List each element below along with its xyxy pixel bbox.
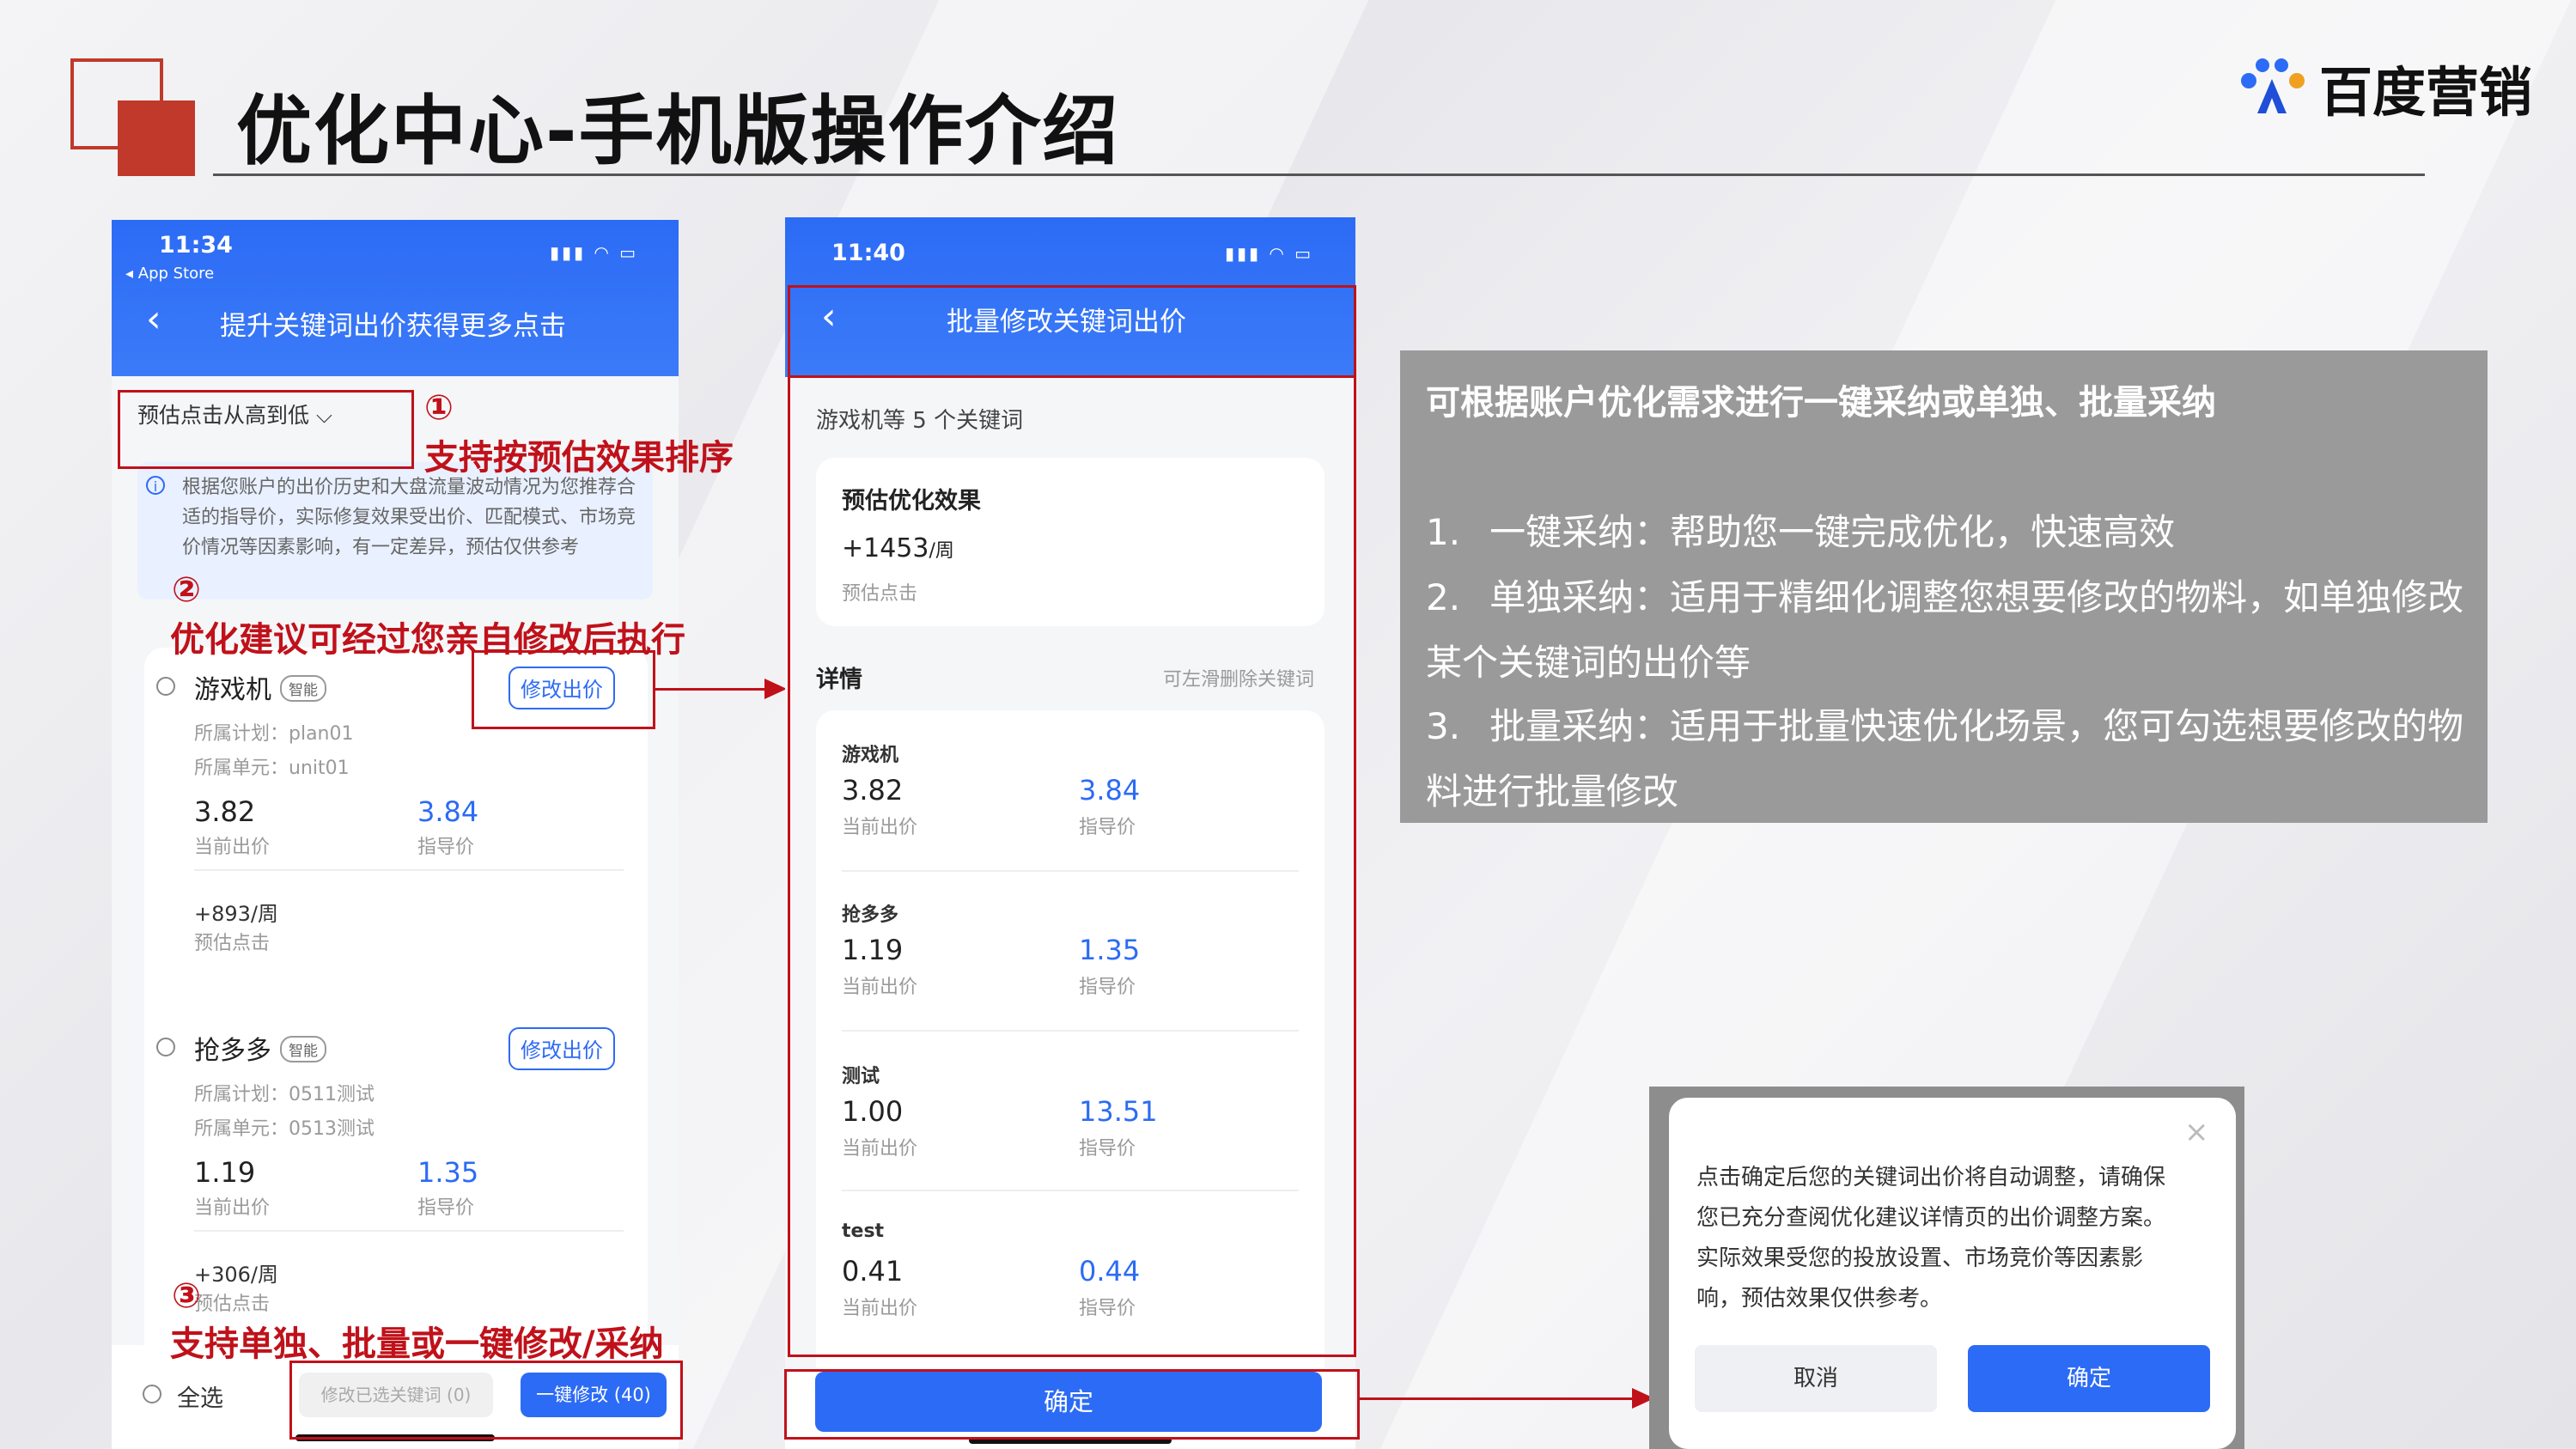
- guide-price: 3.84: [417, 795, 479, 828]
- status-app-back[interactable]: ◂ App Store: [125, 265, 214, 283]
- title-underline: [213, 174, 2425, 176]
- annotation-3-text: 支持单独、批量或一键修改/采纳: [170, 1324, 664, 1364]
- smart-tag: 智能: [280, 1036, 326, 1062]
- back-icon[interactable]: ‹: [146, 297, 161, 341]
- info-item-2: 2. 单独采纳：适用于精细化调整您想要修改的物料，如单独修改: [1426, 569, 2463, 621]
- guide-price-label: 指导价: [417, 1197, 475, 1219]
- divider: [194, 869, 624, 871]
- info-item-number: 3.: [1426, 705, 1461, 747]
- confirm-dialog: × 点击确定后您的关键词出价将自动调整，请确保 您已充分查阅优化建议详情页的出价…: [1669, 1098, 2236, 1449]
- annotation-arrow-line: [655, 688, 767, 691]
- info-item-text: 单独采纳：适用于精细化调整您想要修改的物料，如单独修改: [1489, 576, 2464, 618]
- estimated-clicks: +306/周: [194, 1263, 279, 1287]
- info-item-2-cont: 某个关键词的出价等: [1426, 642, 1751, 684]
- logo-text: 百度营销: [2319, 61, 2533, 124]
- title-decoration-fill: [118, 100, 195, 176]
- current-bid: 3.82: [194, 795, 256, 828]
- current-bid: 1.19: [194, 1156, 256, 1189]
- status-icons: ▮▮▮ ◠ ▭: [1225, 243, 1314, 264]
- divider: [194, 1230, 624, 1232]
- current-bid-label: 当前出价: [194, 1197, 271, 1219]
- brand-logo: 百度营销: [2233, 53, 2532, 124]
- info-item-3: 3. 批量采纳：适用于批量快速优化场景，您可勾选想要修改的物: [1426, 697, 2463, 750]
- close-icon[interactable]: ×: [2184, 1115, 2209, 1149]
- nav-title: 提升关键词出价获得更多点击: [220, 311, 566, 342]
- cancel-button[interactable]: 取消: [1695, 1345, 1937, 1412]
- current-bid-label: 当前出价: [194, 837, 271, 858]
- estimated-clicks-label: 预估点击: [194, 933, 271, 954]
- annotation-box-list: [788, 378, 1356, 1357]
- annotation-box-bottom-actions: [289, 1361, 683, 1440]
- guide-price-label: 指导价: [417, 837, 475, 858]
- annotation-box-sort: [118, 390, 414, 469]
- annotation-3-number: ③: [172, 1276, 201, 1316]
- info-item-text: 批量采纳：适用于批量快速优化场景，您可勾选想要修改的物: [1489, 705, 2464, 747]
- annotation-1-text: 支持按预估效果排序: [424, 438, 734, 478]
- plan-label: 所属计划：plan01: [194, 723, 354, 745]
- phone1-header: 11:34 ◂ App Store ▮▮▮ ◠ ▭ ‹ 提升关键词出价获得更多点…: [112, 220, 679, 376]
- dialog-line: 响，预估效果仅供参考。: [1696, 1286, 1943, 1312]
- annotation-box-nav: [788, 285, 1356, 378]
- annotation-box-confirm: [784, 1369, 1360, 1440]
- status-time: 11:34: [159, 232, 233, 259]
- info-item-3-cont: 料进行批量修改: [1426, 770, 1679, 813]
- dialog-line: 您已充分查阅优化建议详情页的出价调整方案。: [1696, 1205, 2166, 1231]
- select-all-checkbox[interactable]: [143, 1385, 161, 1403]
- annotation-1-number: ①: [424, 388, 454, 428]
- unit-label: 所属单元：unit01: [194, 758, 350, 779]
- dialog-line: 实际效果受您的投放设置、市场竞价等因素影: [1696, 1245, 2144, 1271]
- select-all-label[interactable]: 全选: [177, 1379, 223, 1413]
- confirm-button[interactable]: 确定: [1968, 1345, 2210, 1412]
- annotation-arrow-line: [1360, 1397, 1636, 1400]
- info-heading: 可根据账户优化需求进行一键采纳或单独、批量采纳: [1426, 383, 2216, 423]
- baidu-logo-icon: [2233, 53, 2311, 122]
- unit-label: 所属单元：0513测试: [194, 1118, 375, 1140]
- estimated-clicks: +893/周: [194, 902, 279, 926]
- info-item-text: 一键采纳：帮助您一键完成优化，快速高效: [1489, 511, 2176, 553]
- feature-description-box: 可根据账户优化需求进行一键采纳或单独、批量采纳 1. 一键采纳：帮助您一键完成优化…: [1400, 350, 2488, 823]
- keyword-checkbox[interactable]: [156, 1038, 175, 1056]
- plan-label: 所属计划：0511测试: [194, 1084, 375, 1105]
- info-item-number: 1.: [1426, 511, 1461, 553]
- annotation-box-modify: [472, 650, 655, 729]
- keyword-name: 抢多多: [194, 1036, 271, 1066]
- keyword-name: 游戏机: [194, 675, 271, 705]
- notice-text: 根据您账户的出价历史和大盘流量波动情况为您推荐合适的指导价，实际修复效果受出价、…: [182, 477, 636, 558]
- annotation-arrow-head: [764, 679, 787, 699]
- smart-tag: 智能: [280, 675, 326, 702]
- modify-bid-button[interactable]: 修改出价: [509, 1027, 615, 1070]
- estimated-clicks-label: 预估点击: [194, 1294, 271, 1315]
- notice-banner: i 根据您账户的出价历史和大盘流量波动情况为您推荐合适的指导价，实际修复效果受出…: [137, 462, 653, 600]
- status-icons: ▮▮▮ ◠ ▭: [550, 242, 639, 263]
- status-time: 11:40: [831, 240, 905, 266]
- page-title: 优化中心-手机版操作介绍: [236, 87, 1120, 175]
- annotation-2-number: ②: [172, 570, 201, 610]
- dialog-line: 点击确定后您的关键词出价将自动调整，请确保: [1696, 1165, 2166, 1190]
- info-item-number: 2.: [1426, 576, 1461, 618]
- info-item-1: 1. 一键采纳：帮助您一键完成优化，快速高效: [1426, 503, 2175, 556]
- info-icon: i: [146, 476, 165, 495]
- guide-price: 1.35: [417, 1156, 479, 1189]
- keyword-checkbox[interactable]: [156, 677, 175, 696]
